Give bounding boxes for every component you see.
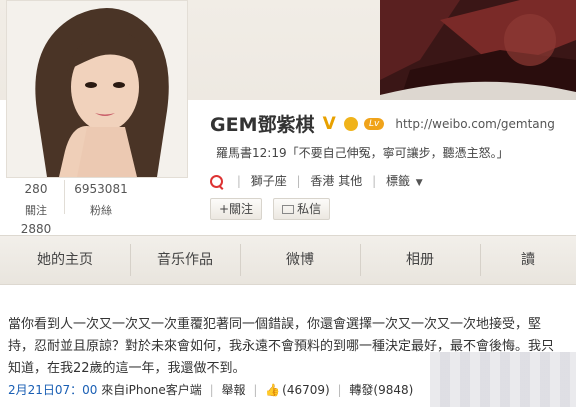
verified-icon[interactable]: V xyxy=(323,114,336,134)
message-button[interactable]: 私信 xyxy=(273,198,331,220)
separator: | xyxy=(337,383,342,397)
chevron-down-icon[interactable]: ▼ xyxy=(416,178,423,188)
status-line: 羅馬書12:19「不要自己伸冤，寧可讓步，聽憑主怒。」 xyxy=(216,144,509,161)
smile-icon[interactable] xyxy=(343,116,358,131)
tag-labels[interactable]: 標籤 xyxy=(386,174,410,188)
tag-zodiac[interactable]: 獅子座 xyxy=(251,174,287,188)
profile-stats: 280 關注 6953081 粉絲 2880 xyxy=(0,176,200,236)
tab-home[interactable]: 她的主页 xyxy=(0,236,130,284)
status-reference: 羅馬書12:19 xyxy=(216,146,287,160)
blurred-region xyxy=(430,352,576,407)
mail-icon xyxy=(282,205,295,214)
message-button-label: 私信 xyxy=(297,202,322,216)
separator: | xyxy=(296,174,301,188)
status-text: 「不要自己伸冤，寧可讓步，聽憑主怒。」 xyxy=(286,146,509,160)
stat-following[interactable]: 280 關注 xyxy=(18,182,54,218)
profile-name: GEM鄧紫棋 xyxy=(210,114,315,136)
stat-divider xyxy=(64,180,65,214)
vip-badge[interactable]: Lv xyxy=(363,117,385,130)
profile-name-row: GEM鄧紫棋 V Lv http://weibo.com/gemtang xyxy=(210,110,555,137)
separator: | xyxy=(209,383,214,397)
banner-artwork xyxy=(380,0,576,100)
tab-weibo[interactable]: 微博 xyxy=(240,236,360,284)
avatar-photo xyxy=(7,1,187,177)
tab-music[interactable]: 音乐作品 xyxy=(130,236,240,284)
post-source: 來自iPhone客户端 xyxy=(101,383,202,397)
separator: | xyxy=(372,174,377,188)
separator: | xyxy=(253,383,258,397)
repost-link[interactable]: 轉發(9848) xyxy=(349,383,413,397)
stat-posts[interactable]: 2880 xyxy=(16,222,56,236)
avatar[interactable] xyxy=(6,0,188,178)
separator: | xyxy=(236,174,241,188)
post-date[interactable]: 2月21日07：00 xyxy=(8,383,97,397)
thumbs-up-icon: 👍 xyxy=(265,383,281,397)
stat-following-label: 關注 xyxy=(25,204,47,217)
tab-album[interactable]: 相册 xyxy=(360,236,480,284)
stat-fans-label: 粉絲 xyxy=(90,204,112,217)
tag-location[interactable]: 香港 其他 xyxy=(310,174,362,188)
stat-fans-value: 6953081 xyxy=(74,182,128,196)
follow-button[interactable]: +關注 xyxy=(210,198,263,220)
like-count: (46709) xyxy=(282,383,330,397)
stat-posts-value: 2880 xyxy=(20,222,52,236)
profile-url-link[interactable]: http://weibo.com/gemtang xyxy=(395,117,555,131)
stat-fans[interactable]: 6953081 粉絲 xyxy=(68,182,134,218)
profile-actions: +關注 私信 xyxy=(210,198,336,220)
tab-more[interactable]: 讀 xyxy=(480,236,576,284)
profile-tab-bar: 她的主页 音乐作品 微博 相册 讀 xyxy=(0,235,576,285)
follow-button-label: +關注 xyxy=(219,202,254,216)
tags-row: | 獅子座 | 香港 其他 | 標籤 ▼ xyxy=(210,172,423,189)
report-link[interactable]: 舉報 xyxy=(222,383,246,397)
post-meta: 2月21日07：00 來自iPhone客户端 | 舉報 | 👍 (46709) |… xyxy=(8,381,413,398)
like-button[interactable]: 👍 (46709) xyxy=(265,383,330,397)
stat-following-value: 280 xyxy=(24,182,48,196)
search-icon[interactable] xyxy=(210,175,223,188)
